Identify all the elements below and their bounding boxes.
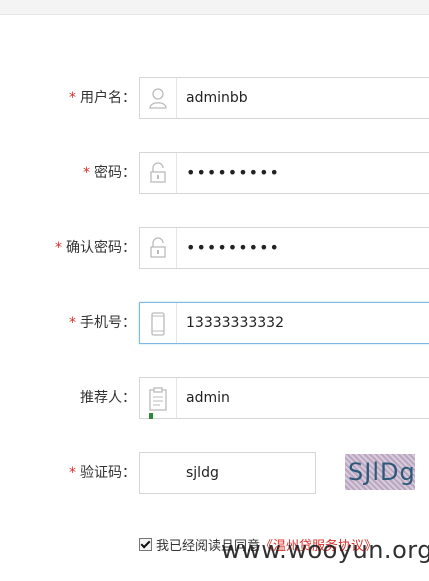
password-field[interactable]: ••••••••• <box>139 152 429 194</box>
referrer-field[interactable]: admin <box>139 377 429 419</box>
captcha-row: * 验证码： sjldg SJlDg <box>0 452 429 494</box>
required-mark: * <box>69 315 76 331</box>
referrer-row: 推荐人： admin <box>0 377 429 419</box>
required-mark: * <box>55 240 62 256</box>
referrer-label: 推荐人： <box>80 390 136 406</box>
confirm-password-field[interactable]: ••••••••• <box>139 227 429 269</box>
required-mark: * <box>83 165 90 181</box>
password-row: * 密码： ••••••••• <box>0 152 429 194</box>
captcha-label: * 验证码： <box>69 465 136 481</box>
confirm-password-value: ••••••••• <box>186 238 280 257</box>
lock-icon <box>140 228 177 268</box>
username-field[interactable]: adminbb <box>139 77 429 119</box>
captcha-image[interactable]: SJlDg <box>345 454 415 490</box>
mobile-phone-icon <box>140 303 177 343</box>
phone-row: * 手机号： 13333333332 <box>0 302 429 344</box>
cursor-marker <box>149 413 153 419</box>
captcha-value: sjldg <box>186 465 219 481</box>
password-value: ••••••••• <box>186 163 280 182</box>
captcha-field[interactable]: sjldg <box>139 452 316 494</box>
phone-field[interactable]: 13333333332 <box>139 302 429 344</box>
clipboard-icon <box>140 378 177 418</box>
user-icon <box>140 78 177 118</box>
watermark: www.wooyun.org <box>221 536 429 564</box>
confirm-password-row: * 确认密码： ••••••••• <box>0 227 429 269</box>
username-row: * 用户名： adminbb <box>0 77 429 119</box>
top-bar <box>0 0 429 15</box>
password-label: * 密码： <box>83 165 136 181</box>
captcha-image-text: SJlDg <box>348 458 415 486</box>
username-label: * 用户名： <box>69 90 136 106</box>
confirm-password-label: * 确认密码： <box>55 240 136 256</box>
phone-value: 13333333332 <box>186 315 284 331</box>
referrer-value: admin <box>186 390 230 406</box>
username-value: adminbb <box>186 90 248 106</box>
agreement-checkbox[interactable] <box>139 538 152 551</box>
required-mark: * <box>69 465 76 481</box>
lock-icon <box>140 153 177 193</box>
phone-label: * 手机号： <box>69 315 136 331</box>
required-mark: * <box>69 90 76 106</box>
